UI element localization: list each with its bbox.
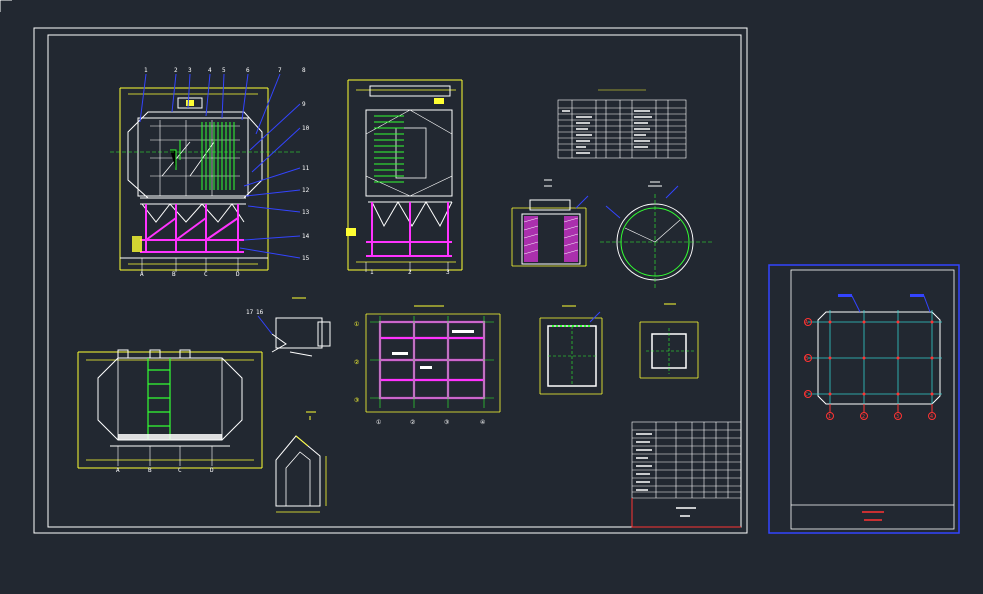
front-elevation-view bbox=[110, 73, 301, 272]
callout-8: 8 bbox=[302, 67, 306, 74]
foundation-plan bbox=[365, 305, 501, 413]
callout-4: 4 bbox=[208, 67, 212, 74]
row-marker-2: ② bbox=[354, 359, 359, 366]
callout-16: 16 bbox=[256, 309, 264, 316]
front-callout-labels: 1 2 3 4 5 6 7 8 9 10 11 12 13 14 15 A B … bbox=[140, 67, 310, 278]
col-marker-2: ② bbox=[410, 419, 415, 426]
callout-11: 11 bbox=[302, 165, 310, 172]
main-sheet bbox=[33, 27, 748, 534]
callout-5: 5 bbox=[222, 67, 226, 74]
right-grid-col-1: 1 bbox=[828, 414, 831, 420]
side-axis-3: 3 bbox=[446, 269, 450, 276]
circular-section bbox=[600, 181, 712, 290]
bracket-callouts: 17 16 bbox=[246, 309, 264, 316]
callout-14: 14 bbox=[302, 233, 310, 240]
bracket-detail bbox=[257, 297, 331, 357]
callout-10: 10 bbox=[302, 125, 310, 132]
col-marker-3: ③ bbox=[444, 419, 449, 426]
right-grid-row-b: B bbox=[805, 356, 808, 362]
bottom-elevation-view bbox=[77, 349, 263, 469]
section-detail bbox=[511, 179, 589, 267]
bottom-axis-c: C bbox=[178, 467, 182, 474]
bottom-axis-a: A bbox=[116, 467, 120, 474]
bottom-axis-b: B bbox=[148, 467, 152, 474]
outer-border bbox=[33, 27, 748, 534]
right-sheet-labels: A B C 1 2 3 4 bbox=[805, 320, 933, 420]
inner-border bbox=[47, 34, 742, 528]
axis-label-d: D bbox=[236, 271, 240, 278]
axis-label-c: C bbox=[204, 271, 208, 278]
callout-3: 3 bbox=[188, 67, 192, 74]
origin-marker bbox=[0, 0, 12, 12]
right-grid-row-c: C bbox=[805, 392, 808, 398]
callout-7: 7 bbox=[278, 67, 282, 74]
right-grid-col-2: 2 bbox=[862, 414, 865, 420]
side-axis-1: 1 bbox=[370, 269, 374, 276]
right-grid-row-a: A bbox=[805, 320, 808, 326]
callout-15: 15 bbox=[302, 255, 310, 262]
callout-9: 9 bbox=[302, 101, 306, 108]
callout-2: 2 bbox=[174, 67, 178, 74]
col-marker-4: ④ bbox=[480, 419, 485, 426]
title-block bbox=[631, 421, 742, 528]
square-detail-2 bbox=[639, 303, 699, 379]
square-detail-1 bbox=[539, 305, 603, 395]
equipment-table bbox=[557, 89, 687, 159]
foundation-markers: ① ② ③ ① ② ③ ④ bbox=[354, 321, 485, 426]
right-sheet bbox=[768, 264, 960, 534]
callout-13: 13 bbox=[302, 209, 310, 216]
axis-label-b: B bbox=[172, 271, 176, 278]
row-marker-3: ③ bbox=[354, 397, 359, 404]
callout-17: 17 bbox=[246, 309, 254, 316]
col-marker-1: ① bbox=[376, 419, 381, 426]
right-grid-col-3: 3 bbox=[896, 414, 899, 420]
callout-1: 1 bbox=[144, 67, 148, 74]
row-marker-1: ① bbox=[354, 321, 359, 328]
side-axis-2: 2 bbox=[408, 269, 412, 276]
right-grid-col-4: 4 bbox=[930, 414, 933, 420]
cad-drawing-canvas[interactable]: 1 2 3 4 5 6 7 8 9 10 11 12 13 14 15 A B … bbox=[0, 0, 983, 594]
inlet-hood-detail bbox=[275, 411, 327, 513]
bottom-axis-d: D bbox=[210, 467, 214, 474]
axis-label-a: A bbox=[140, 271, 144, 278]
side-elevation-view bbox=[346, 79, 463, 272]
callout-12: 12 bbox=[302, 187, 310, 194]
callout-6: 6 bbox=[246, 67, 250, 74]
